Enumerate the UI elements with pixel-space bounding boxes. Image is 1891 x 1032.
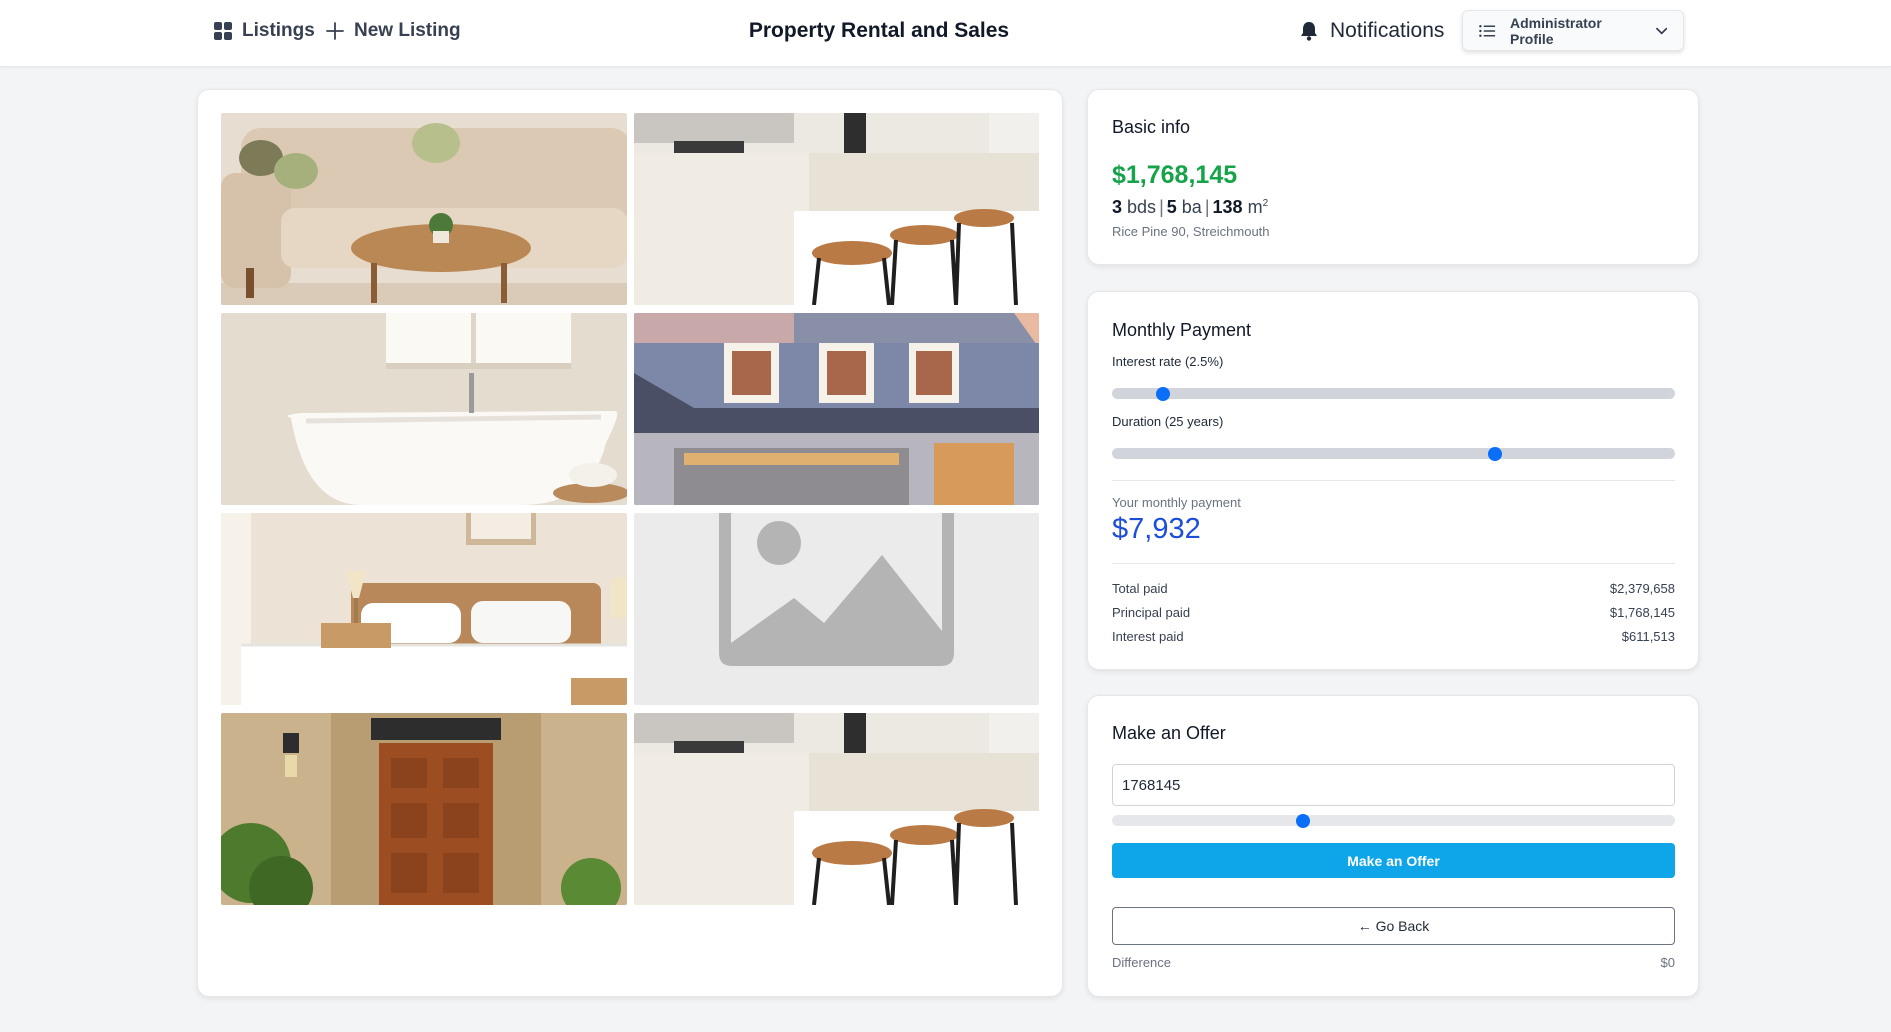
property-address: Rice Pine 90, Streichmouth <box>1112 224 1270 239</box>
difference-label: Difference <box>1112 955 1172 970</box>
baths-unit: ba <box>1181 197 1202 217</box>
top-navigation-bar: Listings New Listing Property Rental and… <box>0 0 1891 67</box>
monthly-payment-card: Monthly Payment Interest rate (2.5%) Dur… <box>1087 291 1699 670</box>
basic-info-title: Basic info <box>1112 117 1191 137</box>
duration-slider-thumb[interactable] <box>1487 447 1502 461</box>
interest-paid-value: $611,513 <box>1621 629 1675 644</box>
photo-kitchen-counter[interactable] <box>634 113 1039 305</box>
interest-paid-label: Interest paid <box>1112 629 1184 644</box>
offer-amount-input[interactable] <box>1112 764 1675 806</box>
list-icon <box>1479 24 1496 37</box>
offer-amount-slider-thumb[interactable] <box>1296 814 1311 828</box>
photo-gallery <box>221 113 1039 905</box>
principal-paid-label: Principal paid <box>1112 605 1191 620</box>
area-unit: m <box>1247 197 1263 217</box>
principal-paid-value: $1,768,145 <box>1609 605 1675 620</box>
notifications-label: Notifications <box>1330 19 1445 42</box>
monthly-payment-caption: Your monthly payment <box>1112 495 1241 510</box>
area-value: 138 <box>1212 197 1243 217</box>
total-paid-value: $2,379,658 <box>1609 581 1675 596</box>
baths-count: 5 <box>1166 197 1177 217</box>
photo-bedroom[interactable] <box>221 513 627 705</box>
property-specs: 3 bds | 5 ba | 138 m2 <box>1112 197 1269 217</box>
monthly-payment-title: Monthly Payment <box>1112 320 1252 340</box>
area-unit-exponent: 2 <box>1262 198 1269 209</box>
divider <box>1112 480 1675 481</box>
chevron-down-icon <box>1655 27 1667 34</box>
listing-price: $1,768,145 <box>1112 161 1238 189</box>
monthly-payment-value: $7,932 <box>1112 513 1201 545</box>
principal-paid-row: Principal paid $1,768,145 <box>1112 605 1675 620</box>
interest-rate-label: Interest rate (2.5%) <box>1112 354 1224 369</box>
bell-icon <box>1301 22 1317 41</box>
total-paid-label: Total paid <box>1112 581 1168 596</box>
interest-rate-slider-thumb[interactable] <box>1155 387 1170 401</box>
photo-kitchen-counter-2[interactable] <box>634 713 1039 905</box>
photo-living-room[interactable] <box>221 113 627 305</box>
make-offer-title: Make an Offer <box>1112 723 1226 743</box>
basic-info-card: Basic info $1,768,145 3 bds | 5 ba | 138 m2 … <box>1087 89 1699 265</box>
offer-amount-slider[interactable] <box>1112 814 1675 828</box>
go-back-button[interactable]: ← Go Back <box>1112 907 1675 945</box>
notifications-link[interactable]: Notifications <box>1300 17 1444 45</box>
divider <box>1112 563 1675 564</box>
beds-unit: bds <box>1127 197 1157 217</box>
difference-row: Difference $0 <box>1112 955 1675 970</box>
photo-gallery-card <box>197 89 1063 997</box>
interest-rate-slider[interactable] <box>1112 387 1675 401</box>
difference-value: $0 <box>1660 955 1675 970</box>
photo-front-door[interactable] <box>221 713 627 905</box>
duration-slider[interactable] <box>1112 447 1675 461</box>
make-offer-card: Make an Offer Make an Offer ← Go Back Di… <box>1087 695 1699 997</box>
profile-label: Administrator Profile <box>1510 14 1602 47</box>
total-paid-row: Total paid $2,379,658 <box>1112 581 1675 596</box>
interest-paid-row: Interest paid $611,513 <box>1112 629 1675 644</box>
duration-label: Duration (25 years) <box>1112 414 1224 429</box>
photo-bathroom[interactable] <box>221 313 627 505</box>
image-placeholder-icon <box>634 513 1039 705</box>
make-offer-button[interactable]: Make an Offer <box>1112 843 1675 878</box>
profile-menu-button[interactable]: Administrator Profile <box>1462 10 1684 51</box>
beds-count: 3 <box>1112 197 1123 217</box>
photo-placeholder[interactable] <box>634 513 1039 705</box>
photo-house-exterior[interactable] <box>634 313 1039 505</box>
